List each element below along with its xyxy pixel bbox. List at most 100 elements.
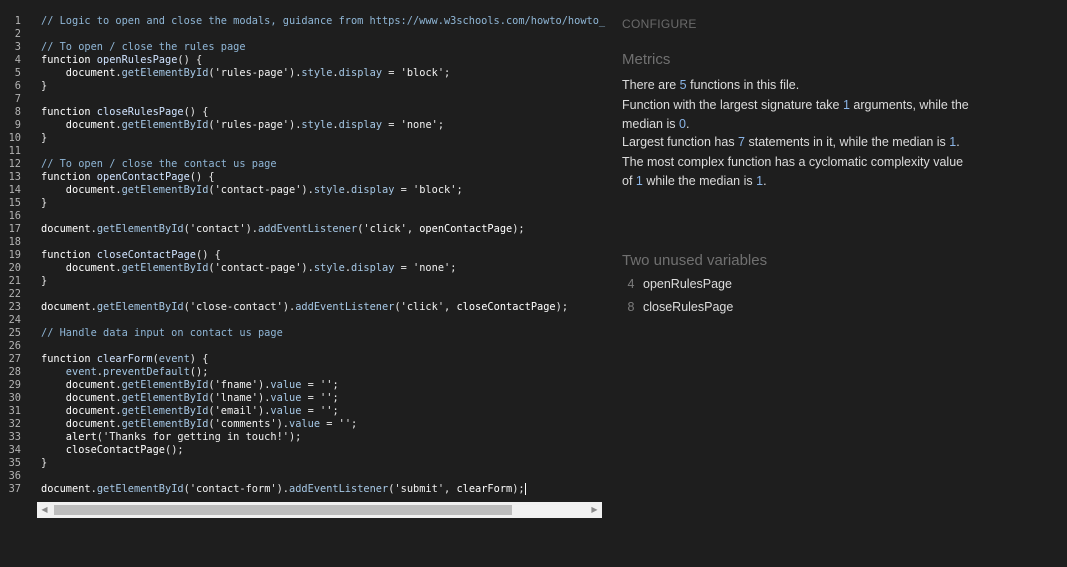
code-line[interactable]: 22	[0, 288, 605, 301]
code-token: ).	[258, 405, 271, 417]
code-line[interactable]: 16	[0, 210, 605, 223]
code-token: style	[313, 184, 345, 196]
line-number: 36	[8, 470, 21, 482]
code-line[interactable]: 17 document.getElementById('contact').add…	[0, 223, 605, 236]
code-line[interactable]: 14 document.getElementById('contact-page…	[0, 184, 605, 197]
code-line[interactable]: 10}	[0, 132, 605, 145]
code-text: }	[41, 197, 47, 210]
code-line[interactable]: 23 document.getElementById('close-contact…	[0, 301, 605, 314]
code-line[interactable]: 5 document.getElementById('rules-page').…	[0, 67, 605, 80]
code-line[interactable]: 11	[0, 145, 605, 158]
line-number: 24	[8, 314, 21, 326]
code-line[interactable]: 3 // To open / close the rules page	[0, 41, 605, 54]
code-text: document.getElementById('comments').valu…	[41, 418, 357, 431]
code-token: display	[338, 119, 383, 131]
scroll-right-icon[interactable]: ▶	[587, 502, 602, 518]
code-line[interactable]: 37 document.getElementById('contact-form'…	[0, 483, 605, 496]
code-token: 'fname'	[214, 379, 259, 391]
code-line[interactable]: 8 function closeRulesPage() {	[0, 106, 605, 119]
code-token: openRulesPage	[96, 54, 178, 66]
code-text: }	[41, 132, 47, 145]
code-line[interactable]: 6}	[0, 80, 605, 93]
code-text: document.getElementById('close-contact')…	[41, 301, 568, 314]
code-token: 'block'	[400, 67, 445, 79]
configure-link[interactable]: CONFIGURE	[622, 17, 697, 31]
code-text: document.getElementById('contact-form').…	[41, 483, 526, 496]
line-number: 34	[8, 444, 21, 456]
code-token: addEventListener	[295, 301, 395, 313]
code-token: document	[41, 301, 91, 313]
code-line[interactable]: 21}	[0, 275, 605, 288]
code-line[interactable]: 18	[0, 236, 605, 249]
code-line[interactable]: 32 document.getElementById('comments').v…	[0, 418, 605, 431]
code-token: function	[41, 249, 97, 261]
code-token: =	[301, 379, 321, 391]
unused-variable-item[interactable]: 8 closeRulesPage	[622, 300, 734, 314]
line-number: 25	[8, 327, 21, 339]
code-token: ).	[289, 67, 302, 79]
code-line[interactable]: 29 document.getElementById('fname').valu…	[0, 379, 605, 392]
code-line[interactable]: 1 // Logic to open and close the modals, …	[0, 15, 605, 28]
code-token: =	[301, 405, 321, 417]
code-line[interactable]: 9 document.getElementById('rules-page').…	[0, 119, 605, 132]
code-text: }	[41, 275, 47, 288]
line-number: 37	[8, 483, 21, 495]
code-text: document.getElementById('contact-page').…	[41, 184, 463, 197]
code-line[interactable]: 25 // Handle data input on contact us pag…	[0, 327, 605, 340]
horizontal-scrollbar[interactable]: ◀ ▶	[37, 502, 602, 518]
code-line[interactable]: 7	[0, 93, 605, 106]
scroll-left-icon[interactable]: ◀	[37, 502, 52, 518]
code-line[interactable]: 19 function closeContactPage() {	[0, 249, 605, 262]
code-token: ();	[165, 444, 184, 456]
line-number: 35	[8, 457, 21, 469]
code-token: ;	[437, 119, 445, 131]
code-token: getElementById	[121, 418, 209, 430]
line-number: 11	[8, 145, 21, 157]
scrollbar-thumb[interactable]	[54, 505, 512, 515]
line-number: 28	[8, 366, 21, 378]
code-token: () {	[177, 54, 203, 66]
code-token: 'none'	[400, 119, 438, 131]
code-editor[interactable]: 1 // Logic to open and close the modals, …	[0, 0, 605, 567]
code-line[interactable]: 30 document.getElementById('lname').valu…	[0, 392, 605, 405]
code-text: event.preventDefault();	[41, 366, 209, 379]
unused-variable-item[interactable]: 4 openRulesPage	[622, 277, 732, 291]
code-line[interactable]: 15}	[0, 197, 605, 210]
code-token: style	[313, 262, 345, 274]
code-area[interactable]: 1 // Logic to open and close the modals, …	[0, 15, 605, 496]
code-token: ).	[258, 379, 271, 391]
code-line[interactable]: 26	[0, 340, 605, 353]
code-token: addEventListener	[258, 223, 358, 235]
code-token: ).	[245, 223, 259, 235]
code-line[interactable]: 24	[0, 314, 605, 327]
code-text: function openContactPage() {	[41, 171, 215, 184]
code-token: 'block'	[413, 184, 457, 196]
code-line[interactable]: 4 function openRulesPage() {	[0, 54, 605, 67]
code-line[interactable]: 36	[0, 470, 605, 483]
code-line[interactable]: 34 closeContactPage();	[0, 444, 605, 457]
code-line[interactable]: 12 // To open / close the contact us page	[0, 158, 605, 171]
code-line[interactable]: 13 function openContactPage() {	[0, 171, 605, 184]
code-token: 'rules-page'	[214, 119, 290, 131]
code-line[interactable]: 20 document.getElementById('contact-page…	[0, 262, 605, 275]
code-token: closeContactPage	[456, 301, 556, 313]
code-token: ).	[258, 392, 271, 404]
unused-variable-name: closeRulesPage	[643, 300, 734, 314]
code-token: ;	[450, 262, 457, 274]
line-number: 32	[8, 418, 21, 430]
code-token: document	[41, 223, 91, 235]
code-line[interactable]: 2	[0, 28, 605, 41]
unused-variable-name: openRulesPage	[643, 277, 732, 291]
line-number: 21	[8, 275, 21, 287]
code-line[interactable]: 27 function clearForm(event) {	[0, 353, 605, 366]
code-line[interactable]: 28 event.preventDefault();	[0, 366, 605, 379]
line-number: 15	[8, 197, 21, 209]
line-number: 6	[14, 80, 21, 92]
code-line[interactable]: 33 alert('Thanks for getting in touch!')…	[0, 431, 605, 444]
code-line[interactable]: 31 document.getElementById('email').valu…	[0, 405, 605, 418]
code-token: ();	[189, 366, 209, 378]
code-line[interactable]: 35}	[0, 457, 605, 470]
code-token: event	[41, 366, 97, 378]
code-token: 'email'	[214, 405, 259, 417]
code-text: // To open / close the contact us page	[41, 158, 277, 171]
